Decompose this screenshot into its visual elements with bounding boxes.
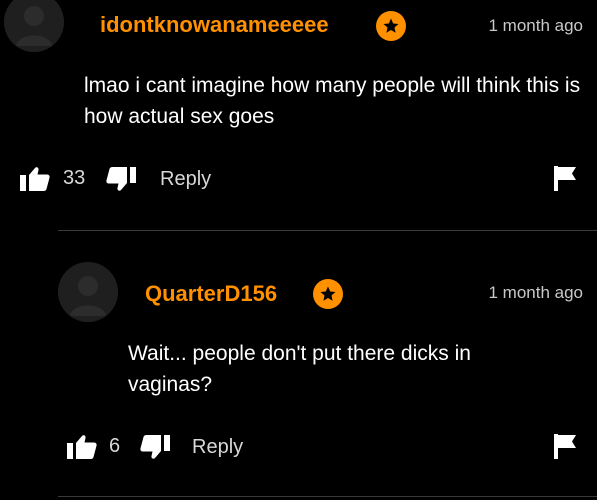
comment-1: idontknowanameeeee 1 month ago lmao i ca… bbox=[0, 0, 597, 230]
username[interactable]: QuarterD156 bbox=[145, 281, 277, 307]
vote-count: 6 bbox=[109, 435, 121, 457]
reply-button[interactable]: Reply bbox=[160, 168, 211, 191]
avatar[interactable] bbox=[58, 262, 118, 322]
thumbs-down-icon[interactable] bbox=[139, 433, 171, 461]
avatar[interactable] bbox=[4, 0, 64, 52]
thumbs-down-icon[interactable] bbox=[105, 165, 137, 193]
user-silhouette-icon bbox=[58, 262, 118, 322]
comment-text: Wait... people don't put there dicks in … bbox=[128, 342, 471, 396]
username[interactable]: idontknowanameeeee bbox=[100, 12, 329, 38]
comment-actions: 6 Reply bbox=[0, 432, 597, 462]
timestamp: 1 month ago bbox=[488, 283, 583, 302]
comment-actions: 33 Reply bbox=[0, 164, 597, 194]
divider bbox=[58, 496, 597, 497]
star-icon bbox=[320, 286, 336, 301]
star-badge bbox=[376, 11, 406, 41]
timestamp: 1 month ago bbox=[488, 16, 583, 35]
thumbs-up-icon[interactable] bbox=[66, 433, 98, 461]
star-badge bbox=[313, 279, 343, 309]
flag-icon[interactable] bbox=[552, 432, 578, 460]
vote-count: 33 bbox=[63, 167, 86, 189]
reply-button[interactable]: Reply bbox=[192, 436, 243, 459]
star-icon bbox=[383, 18, 399, 33]
comment-text: lmao i cant imagine how many people will… bbox=[84, 74, 581, 128]
user-silhouette-icon bbox=[4, 0, 64, 52]
thumbs-up-icon[interactable] bbox=[19, 165, 51, 193]
flag-icon[interactable] bbox=[552, 164, 578, 192]
comment-2: QuarterD156 1 month ago Wait... people d… bbox=[0, 230, 597, 500]
